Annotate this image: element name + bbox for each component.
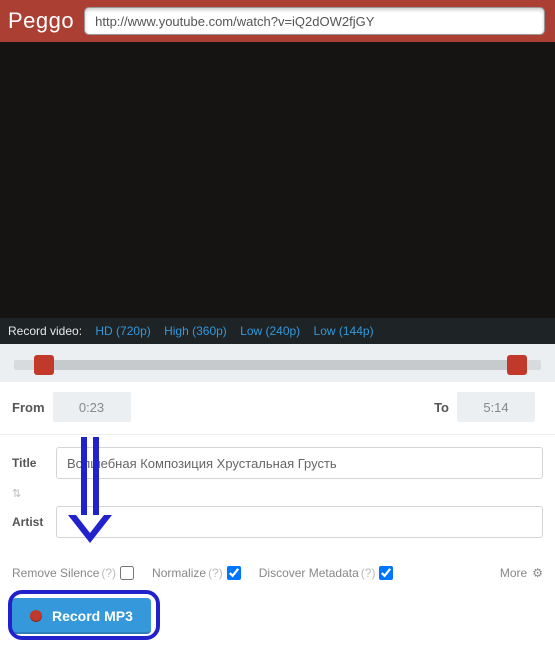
- artist-label: Artist: [12, 515, 56, 529]
- from-value[interactable]: 0:23: [53, 392, 131, 422]
- quality-link-360p[interactable]: High (360p): [164, 324, 227, 338]
- quality-link-240p[interactable]: Low (240p): [240, 324, 300, 338]
- remove-silence-label: Remove Silence: [12, 566, 99, 580]
- more-label: More: [500, 566, 527, 580]
- to-value[interactable]: 5:14: [457, 392, 535, 422]
- remove-silence-checkbox[interactable]: [120, 566, 134, 580]
- normalize-checkbox[interactable]: [227, 566, 241, 580]
- normalize-label: Normalize: [152, 566, 206, 580]
- record-video-bar: Record video: HD (720p) High (360p) Low …: [0, 318, 555, 344]
- record-video-label: Record video:: [8, 324, 82, 338]
- trim-handle-start[interactable]: [34, 355, 54, 375]
- trim-handle-end[interactable]: [507, 355, 527, 375]
- swap-title-artist[interactable]: ⇅: [12, 487, 56, 500]
- artist-input[interactable]: [56, 506, 543, 538]
- gear-icon: ⚙: [532, 566, 543, 580]
- logo: Peggo: [8, 8, 74, 34]
- option-discover-metadata[interactable]: Discover Metadata (?): [259, 566, 394, 580]
- option-normalize[interactable]: Normalize (?): [152, 566, 241, 580]
- help-icon[interactable]: (?): [361, 566, 376, 580]
- record-mp3-label: Record MP3: [52, 608, 133, 624]
- title-input[interactable]: [56, 447, 543, 479]
- help-icon[interactable]: (?): [101, 566, 116, 580]
- option-remove-silence[interactable]: Remove Silence (?): [12, 566, 134, 580]
- title-label: Title: [12, 456, 56, 470]
- discover-metadata-label: Discover Metadata: [259, 566, 359, 580]
- more-options[interactable]: More ⚙: [500, 566, 543, 580]
- from-label: From: [12, 400, 45, 415]
- trim-slider: [0, 344, 555, 382]
- quality-link-144p[interactable]: Low (144p): [314, 324, 374, 338]
- video-player[interactable]: [0, 42, 555, 318]
- quality-link-720p[interactable]: HD (720p): [95, 324, 150, 338]
- help-icon[interactable]: (?): [208, 566, 223, 580]
- url-input[interactable]: [84, 7, 545, 35]
- record-mp3-button[interactable]: Record MP3: [12, 598, 151, 634]
- to-label: To: [434, 400, 449, 415]
- discover-metadata-checkbox[interactable]: [379, 566, 393, 580]
- record-dot-icon: [30, 610, 42, 622]
